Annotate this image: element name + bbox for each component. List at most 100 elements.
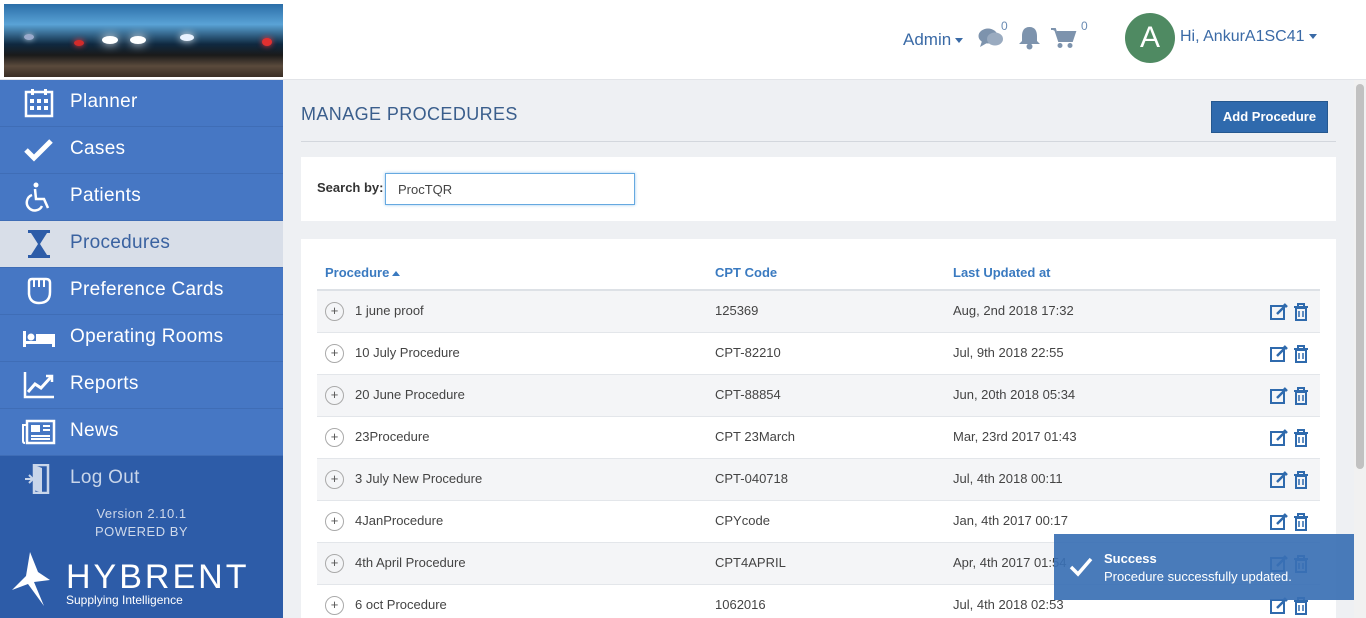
column-header-cpt-code[interactable]: CPT Code [715, 265, 777, 280]
sidebar-item-news[interactable]: News [0, 409, 283, 456]
newspaper-icon [22, 419, 56, 445]
hybrent-bird-logo-icon [12, 552, 50, 606]
page-scrollbar[interactable] [1354, 80, 1366, 618]
admin-menu[interactable]: Admin [903, 30, 964, 50]
last-updated: Mar, 23rd 2017 01:43 [953, 429, 1077, 444]
expand-row-button[interactable]: + [325, 512, 344, 531]
edit-icon[interactable] [1270, 345, 1288, 363]
sidebar-item-label: Patients [70, 185, 142, 206]
sidebar-item-label: Preference Cards [70, 279, 224, 300]
procedure-name: 6 oct Procedure [355, 597, 447, 612]
last-updated: Jul, 9th 2018 22:55 [953, 345, 1064, 360]
version-info: Version 2.10.1 POWERED BY [0, 505, 283, 541]
trash-icon[interactable] [1293, 387, 1309, 405]
door-icon [25, 464, 50, 494]
edit-icon[interactable] [1270, 387, 1288, 405]
checkmark-icon [1069, 557, 1093, 577]
sidebar-item-procedures[interactable]: Procedures [0, 221, 283, 268]
shopping-cart-icon[interactable] [1050, 27, 1077, 49]
avatar[interactable]: A [1125, 13, 1175, 63]
admin-menu-label: Admin [903, 30, 952, 49]
last-updated: Jun, 20th 2018 05:34 [953, 387, 1076, 402]
search-input[interactable] [385, 173, 635, 205]
last-updated: Jul, 4th 2018 00:11 [953, 471, 1063, 486]
trash-icon[interactable] [1293, 303, 1309, 321]
cpt-code: CPT4APRIL [715, 555, 786, 570]
powered-by-text: POWERED BY [94, 524, 189, 539]
procedure-name: 4JanProcedure [355, 513, 444, 528]
cpt-code: 1062016 [715, 597, 766, 612]
expand-row-button[interactable]: + [325, 596, 344, 615]
company-logo-image[interactable] [4, 4, 283, 77]
expand-row-button[interactable]: + [325, 302, 344, 321]
messages-count: 0 [1001, 19, 1008, 33]
column-header-last-updated[interactable]: Last Updated at [953, 265, 1051, 280]
procedure-name: 10 July Procedure [355, 345, 460, 360]
expand-row-button[interactable]: + [325, 470, 344, 489]
user-menu[interactable]: Hi, AnkurA1SC41 [1180, 28, 1317, 46]
brand-name: HYBRENT [66, 558, 250, 596]
edit-icon[interactable] [1270, 303, 1288, 321]
table-row: + 10 July Procedure CPT-82210 Jul, 9th 2… [317, 333, 1320, 375]
table-row: + 1 june proof 125369 Aug, 2nd 2018 17:3… [317, 291, 1320, 333]
wheelchair-icon [25, 182, 50, 212]
cpt-code: CPT-040718 [715, 471, 788, 486]
sidebar-item-operating-rooms[interactable]: Operating Rooms [0, 315, 283, 362]
cpt-code: CPT-82210 [715, 345, 781, 360]
sidebar-item-cases[interactable]: Cases [0, 127, 283, 174]
trash-icon[interactable] [1293, 471, 1309, 489]
sidebar-item-reports[interactable]: Reports [0, 362, 283, 409]
trash-icon[interactable] [1293, 429, 1309, 447]
bed-icon [23, 331, 55, 347]
expand-row-button[interactable]: + [325, 344, 344, 363]
procedure-name: 4th April Procedure [355, 555, 466, 570]
version-text: Version 2.10.1 [96, 506, 187, 521]
title-divider [301, 141, 1336, 142]
sidebar-item-preference-cards[interactable]: Preference Cards [0, 268, 283, 315]
cpt-code: CPT-88854 [715, 387, 781, 402]
sidebar-item-label: Reports [70, 373, 139, 394]
expand-row-button[interactable]: + [325, 428, 344, 447]
search-label: Search by: [317, 180, 384, 195]
procedure-name: 20 June Procedure [355, 387, 465, 402]
column-header-label: Procedure [325, 265, 390, 280]
scrollbar-thumb[interactable] [1356, 84, 1364, 469]
edit-icon[interactable] [1270, 513, 1288, 531]
sidebar-item-label: Procedures [70, 232, 171, 253]
sidebar-item-planner[interactable]: Planner [0, 80, 283, 127]
sidebar: Planner Cases Patients Procedures Prefer… [0, 80, 283, 618]
checkmark-icon [24, 139, 53, 162]
success-toast[interactable]: Success Procedure successfully updated. [1054, 534, 1354, 600]
last-updated: Jan, 4th 2017 00:17 [953, 513, 1068, 528]
last-updated: Jul, 4th 2018 02:53 [953, 597, 1064, 612]
procedure-name: 3 July New Procedure [355, 471, 483, 486]
calendar-icon [24, 89, 54, 118]
user-greeting: Hi, AnkurA1SC41 [1180, 28, 1305, 45]
search-panel: Search by: [301, 157, 1336, 221]
expand-row-button[interactable]: + [325, 554, 344, 573]
edit-icon[interactable] [1270, 429, 1288, 447]
procedure-name: 1 june proof [355, 303, 424, 318]
add-procedure-button[interactable]: Add Procedure [1211, 101, 1328, 133]
sidebar-item-patients[interactable]: Patients [0, 174, 283, 221]
table-row: + 20 June Procedure CPT-88854 Jun, 20th … [317, 375, 1320, 417]
toast-message: Procedure successfully updated. [1104, 569, 1292, 584]
column-header-procedure[interactable]: Procedure [325, 265, 401, 280]
edit-icon[interactable] [1270, 471, 1288, 489]
procedure-name: 23Procedure [355, 429, 430, 444]
brand-tagline: Supplying Intelligence [66, 593, 183, 607]
top-header: Admin 0 0 A Hi, AnkurA1SC41 [0, 0, 1366, 80]
sidebar-item-logout[interactable]: Log Out [0, 456, 283, 503]
bell-icon[interactable] [1018, 25, 1041, 50]
trash-icon[interactable] [1293, 513, 1309, 531]
glove-icon [27, 277, 52, 305]
caret-down-icon [955, 38, 964, 44]
page-title: MANAGE PROCEDURES [301, 104, 518, 124]
sidebar-item-label: Cases [70, 138, 126, 159]
table-row: + 23Procedure CPT 23March Mar, 23rd 2017… [317, 417, 1320, 459]
expand-row-button[interactable]: + [325, 386, 344, 405]
hourglass-icon [28, 230, 50, 258]
sort-ascending-icon [392, 271, 401, 277]
cpt-code: CPYcode [715, 513, 770, 528]
trash-icon[interactable] [1293, 345, 1309, 363]
